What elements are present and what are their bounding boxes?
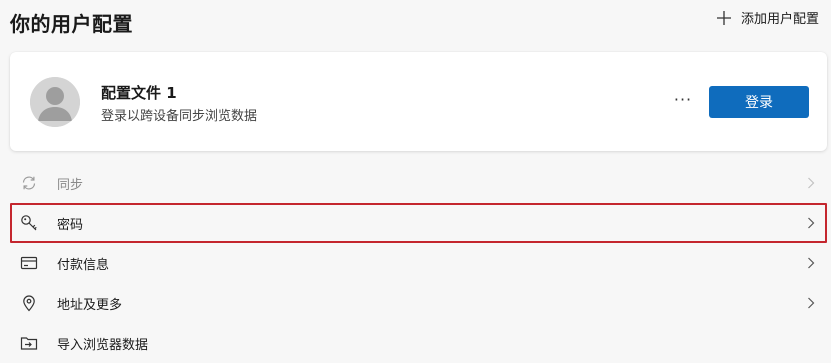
credit-card-icon	[20, 256, 38, 270]
location-pin-icon	[23, 295, 35, 312]
menu-item-label: 导入浏览器数据	[57, 337, 149, 353]
menu-item-label: 付款信息	[57, 257, 110, 273]
chevron-right-icon	[808, 217, 815, 229]
profile-card: 配置文件 1 登录以跨设备同步浏览数据 ··· 登录	[10, 52, 827, 151]
menu-item-import-data[interactable]: 导入浏览器数据	[10, 323, 827, 363]
chevron-right-icon	[808, 257, 815, 269]
menu-item-payment-info[interactable]: 付款信息	[10, 243, 827, 283]
profile-name: 配置文件 1	[101, 84, 177, 102]
profile-subtitle: 登录以跨设备同步浏览数据	[101, 109, 258, 124]
menu-item-sync[interactable]: 同步	[10, 163, 827, 203]
chevron-right-icon	[808, 177, 815, 189]
avatar	[30, 77, 80, 127]
menu-item-addresses[interactable]: 地址及更多	[10, 283, 827, 323]
page-title: 你的用户配置	[10, 12, 133, 36]
key-icon	[21, 215, 37, 231]
add-profile-button[interactable]: 添加用户配置	[716, 8, 819, 27]
import-folder-icon	[20, 337, 38, 350]
chevron-right-icon	[808, 297, 815, 309]
plus-icon	[716, 10, 731, 25]
more-options-button[interactable]: ···	[670, 87, 696, 111]
menu-item-label: 同步	[57, 177, 84, 193]
menu-item-passwords[interactable]: 密码	[10, 203, 827, 243]
menu-item-label: 地址及更多	[57, 297, 123, 313]
settings-list: 同步 密码 付款信息 地址及更多 导入浏览器数据	[10, 163, 827, 363]
sync-icon	[22, 176, 36, 190]
person-icon	[30, 77, 80, 127]
header: 你的用户配置 添加用户配置	[0, 0, 831, 44]
menu-item-label: 密码	[57, 217, 84, 233]
add-profile-label: 添加用户配置	[740, 12, 819, 27]
sign-in-button[interactable]: 登录	[709, 86, 809, 118]
